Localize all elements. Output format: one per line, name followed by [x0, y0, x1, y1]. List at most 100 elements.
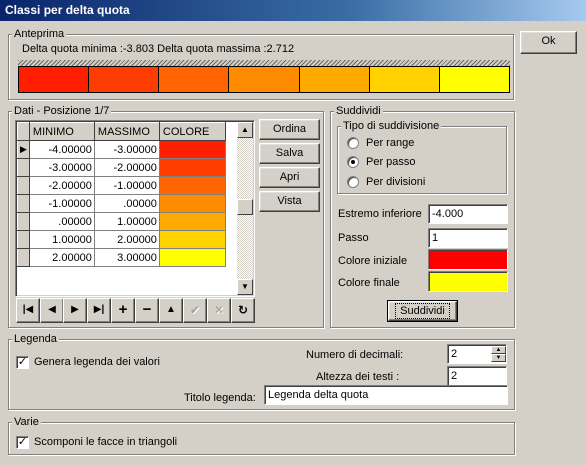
ordina-button[interactable]: Ordina	[259, 119, 320, 140]
cell-max[interactable]: 1.00000	[94, 212, 160, 231]
legend-title: Legenda	[12, 332, 59, 346]
cell-color[interactable]	[159, 176, 226, 195]
row-indicator-current[interactable]: ▶	[17, 140, 30, 159]
nav-insert-button[interactable]: +	[111, 298, 135, 323]
cell-min[interactable]: 2.00000	[29, 248, 95, 267]
row-indicator[interactable]	[17, 248, 30, 267]
spin-up-icon[interactable]: ▲	[491, 346, 506, 354]
preview-swatch	[159, 67, 230, 92]
cell-min[interactable]: .00000	[29, 212, 95, 231]
nav-post-button[interactable]: ✔	[183, 298, 207, 323]
preview-title: Anteprima	[12, 27, 67, 41]
column-header-color[interactable]: COLORE	[158, 122, 226, 141]
start-color-swatch[interactable]	[428, 249, 508, 270]
cell-min[interactable]: -4.00000	[29, 140, 95, 159]
cell-color[interactable]	[159, 230, 226, 249]
table-row[interactable]: -1.00000.00000	[17, 194, 226, 213]
cell-color[interactable]	[159, 158, 226, 177]
start-color-label: Colore iniziale	[338, 255, 408, 267]
preview-swatch	[299, 67, 370, 92]
preview-swatch	[89, 67, 160, 92]
data-grid-table: MINIMO MASSIMO COLORE ▶ -4.00000 -3.00000-…	[17, 122, 226, 267]
end-color-label: Colore finale	[338, 277, 400, 289]
table-row[interactable]: 2.00000 3.00000	[17, 248, 226, 267]
cell-max[interactable]: -2.00000	[94, 158, 160, 177]
scroll-down-arrow[interactable]: ▼	[237, 279, 253, 295]
table-row[interactable]: 1.00000 2.00000	[17, 230, 226, 249]
nav-next-button[interactable]: ▶	[63, 298, 87, 323]
cell-min[interactable]: -2.00000	[29, 176, 95, 195]
cell-max[interactable]: .00000	[94, 194, 160, 213]
scroll-up-arrow[interactable]: ▲	[237, 122, 253, 138]
cell-min[interactable]: 1.00000	[29, 230, 95, 249]
table-row[interactable]: .00000 1.00000	[17, 212, 226, 231]
preview-stats: Delta quota minima :-3.803 Delta quota m…	[22, 43, 295, 55]
preview-swatch	[439, 67, 509, 92]
row-indicator[interactable]	[17, 194, 30, 213]
split-title: Suddividi	[334, 104, 383, 118]
row-indicator[interactable]	[17, 176, 30, 195]
generate-legend-label: Genera legenda dei valori	[34, 356, 160, 368]
cell-min[interactable]: -3.00000	[29, 158, 95, 177]
cell-max[interactable]: -3.00000	[94, 140, 160, 159]
decimals-label: Numero di decimali:	[306, 349, 404, 361]
nav-prior-button[interactable]: ◀	[40, 298, 64, 323]
nav-last-button[interactable]: ▶|	[87, 298, 111, 323]
radio-per-range[interactable]	[347, 137, 359, 149]
row-indicator[interactable]	[17, 212, 30, 231]
step-label: Passo	[338, 232, 369, 244]
cell-max[interactable]: 2.00000	[94, 230, 160, 249]
data-title: Dati - Posizione 1/7	[12, 104, 112, 118]
cell-color[interactable]	[159, 212, 226, 231]
radio-per-divisioni[interactable]	[347, 176, 359, 188]
suddividi-button[interactable]: Suddividi	[387, 300, 458, 322]
radio-per-divisioni-label: Per divisioni	[366, 176, 426, 188]
cell-max[interactable]: -1.00000	[94, 176, 160, 195]
radio-per-passo-label: Per passo	[366, 156, 416, 168]
table-row[interactable]: -3.00000 -2.00000	[17, 158, 226, 177]
scroll-thumb[interactable]	[237, 199, 253, 215]
text-height-label: Altezza dei testi :	[316, 371, 400, 383]
nav-refresh-button[interactable]: ↻	[231, 298, 255, 323]
cell-max[interactable]: 3.00000	[94, 248, 160, 267]
lower-bound-input[interactable]: -4.000	[428, 204, 508, 224]
apri-button[interactable]: Apri	[259, 167, 320, 188]
spin-down-icon[interactable]: ▼	[491, 354, 506, 362]
preview-swatch	[19, 67, 90, 92]
cell-color[interactable]	[159, 194, 226, 213]
legend-title-label: Titolo legenda:	[184, 392, 256, 404]
step-input[interactable]: 1	[428, 228, 508, 248]
preview-swatch	[229, 67, 300, 92]
triangles-checkbox[interactable]: ✓	[16, 436, 29, 449]
cell-color[interactable]	[159, 140, 226, 159]
preview-swatch	[369, 67, 440, 92]
table-row[interactable]: ▶ -4.00000 -3.00000	[17, 140, 226, 159]
split-type-title: Tipo di suddivisione	[341, 119, 442, 133]
nav-first-button[interactable]: |◀	[16, 298, 40, 323]
ok-button[interactable]: Ok	[520, 31, 577, 54]
generate-legend-checkbox[interactable]: ✓	[16, 356, 29, 369]
row-indicator[interactable]	[17, 158, 30, 177]
preview-color-bar	[18, 66, 510, 93]
column-header-max[interactable]: MASSIMO	[93, 122, 160, 141]
row-indicator[interactable]	[17, 230, 30, 249]
salva-button[interactable]: Salva	[259, 143, 320, 164]
text-height-input[interactable]: 2	[447, 366, 507, 386]
nav-cancel-button[interactable]: ✕	[207, 298, 231, 323]
vista-button[interactable]: Vista	[259, 191, 320, 212]
grid-corner	[17, 122, 30, 141]
radio-per-passo[interactable]	[347, 156, 359, 168]
cell-min[interactable]: -1.00000	[29, 194, 95, 213]
column-header-min[interactable]: MINIMO	[28, 122, 95, 141]
decimals-spinner[interactable]: ▲ ▼	[491, 346, 506, 362]
window-title: Classi per delta quota	[0, 0, 586, 21]
nav-delete-button[interactable]: −	[135, 298, 159, 323]
nav-edit-button[interactable]: ▲	[159, 298, 183, 323]
cell-color[interactable]	[159, 248, 226, 267]
misc-title: Varie	[12, 415, 41, 429]
legend-title-input[interactable]: Legenda delta quota	[264, 385, 508, 405]
lower-bound-label: Estremo inferiore	[338, 208, 422, 220]
radio-per-range-label: Per range	[366, 137, 415, 149]
table-row[interactable]: -2.00000 -1.00000	[17, 176, 226, 195]
end-color-swatch[interactable]	[428, 271, 508, 292]
